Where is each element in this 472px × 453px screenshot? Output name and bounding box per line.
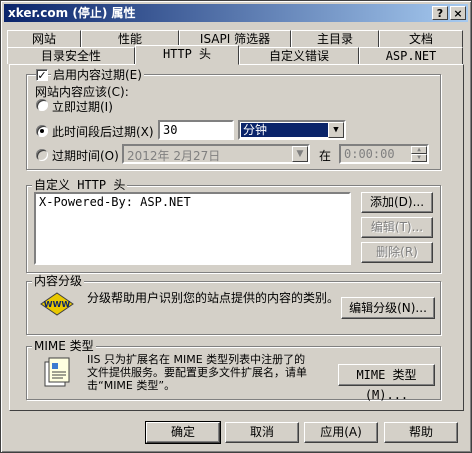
- expire-date-value: 2012年 2月27日: [127, 149, 221, 163]
- expire-immediately-radio[interactable]: [36, 99, 48, 111]
- tab-label: 文档: [408, 32, 433, 46]
- expire-on-label: 过期时间(O): [52, 149, 119, 163]
- svg-text:WWW: WWW: [44, 300, 71, 309]
- tab-aspnet[interactable]: ASP.NET: [359, 47, 463, 64]
- tab-website[interactable]: 网站: [7, 30, 81, 47]
- expire-after-label: 此时间段后过期(X): [52, 125, 154, 139]
- delete-header-button[interactable]: 删除(R): [361, 242, 433, 263]
- spin-down-icon[interactable]: ▼: [411, 154, 427, 162]
- tab-label: 目录安全性: [40, 49, 101, 63]
- tab-custom-errors[interactable]: 自定义错误: [239, 47, 359, 64]
- edit-rating-button[interactable]: 编辑分级(N)...: [341, 297, 435, 319]
- tab-http-headers[interactable]: HTTP 头: [135, 45, 239, 65]
- help-button[interactable]: ?: [432, 6, 448, 20]
- mime-types-legend: MIME 类型: [32, 339, 96, 353]
- content-rating-description: 分级帮助用户识别您的站点提供的内容的类别。: [87, 291, 340, 305]
- expire-after-input[interactable]: 30: [158, 120, 234, 140]
- edit-header-button[interactable]: 编辑(T)...: [361, 217, 433, 238]
- at-label: 在: [319, 149, 332, 163]
- cancel-button[interactable]: 取消: [225, 422, 299, 443]
- spin-up-icon[interactable]: ▲: [411, 146, 427, 154]
- help-footer-button[interactable]: 帮助: [384, 422, 458, 443]
- tab-directory-security[interactable]: 目录安全性: [7, 47, 135, 64]
- apply-button[interactable]: 应用(A): [304, 422, 378, 443]
- title-bar[interactable]: xker.com (停止) 属性 ? ×: [4, 4, 468, 22]
- ok-button[interactable]: 确定: [145, 421, 221, 444]
- expire-immediately-label: 立即过期(I): [52, 100, 113, 114]
- tab-label: ASP.NET: [385, 49, 437, 63]
- content-rating-legend: 内容分级: [32, 274, 85, 288]
- mime-types-button[interactable]: MIME 类型(M)...: [338, 364, 435, 402]
- tab-label: 网站: [31, 32, 56, 46]
- tab-label: 性能: [117, 32, 142, 46]
- list-item[interactable]: X-Powered-By: ASP.NET: [39, 195, 346, 209]
- content-rating-icon: WWW: [39, 291, 75, 317]
- tab-label: ISAPI 筛选器: [199, 32, 271, 46]
- tab-label: 自定义错误: [268, 49, 329, 63]
- window-title: xker.com (停止) 属性: [8, 6, 136, 20]
- properties-dialog: xker.com (停止) 属性 ? × 网站 性能 ISAPI 筛选器 主目录…: [0, 0, 472, 453]
- expire-on-radio[interactable]: [36, 149, 48, 161]
- expire-after-radio[interactable]: [36, 125, 48, 137]
- mime-types-icon: [41, 356, 75, 390]
- expire-time-value: 0:00:00: [344, 147, 395, 161]
- tab-label: 主目录: [316, 32, 353, 46]
- custom-headers-legend: 自定义 HTTP 头: [32, 178, 128, 192]
- tab-home-directory[interactable]: 主目录: [291, 30, 379, 47]
- enable-expiration-checkbox[interactable]: ✓: [36, 69, 48, 81]
- expire-unit-value: 分钟: [241, 123, 329, 137]
- add-header-button[interactable]: 添加(D)...: [361, 192, 433, 213]
- tab-documents[interactable]: 文档: [379, 30, 463, 47]
- expire-time-input[interactable]: 0:00:00 ▲ ▼: [339, 144, 429, 164]
- close-button[interactable]: ×: [450, 6, 466, 20]
- tab-label: HTTP 头: [162, 47, 212, 61]
- chevron-down-icon[interactable]: ▼: [328, 122, 344, 138]
- enable-expiration-label: 启用内容过期(E): [51, 68, 144, 82]
- expire-date-picker[interactable]: 2012年 2月27日 ▼: [122, 144, 310, 164]
- chevron-down-icon[interactable]: ▼: [292, 146, 308, 162]
- expire-unit-select[interactable]: 分钟 ▼: [238, 120, 346, 140]
- mime-types-description: IIS 只为扩展名在 MIME 类型列表中注册了的文件提供服务。要配置更多文件扩…: [87, 353, 307, 392]
- custom-headers-list[interactable]: X-Powered-By: ASP.NET: [34, 192, 351, 265]
